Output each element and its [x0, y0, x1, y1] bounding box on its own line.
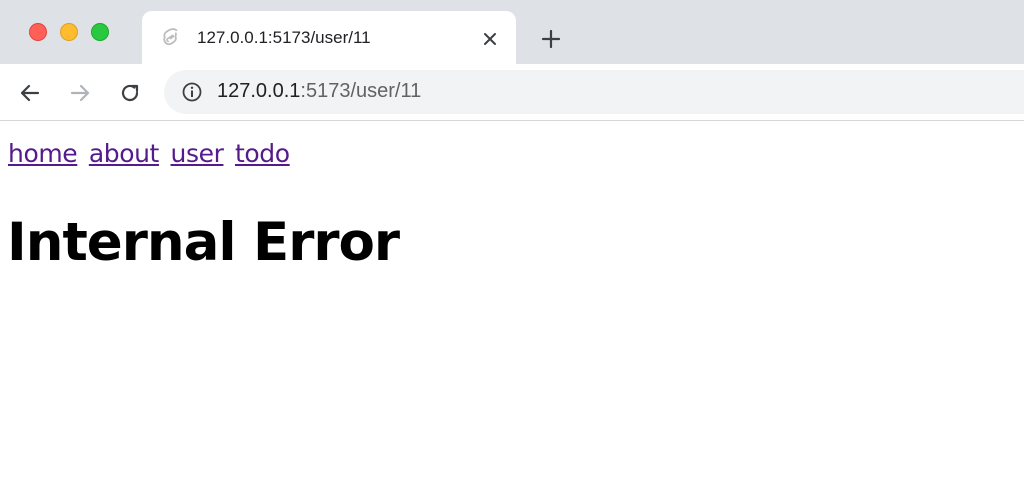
address-bar[interactable]: 127.0.0.1:5173/user/11 [164, 70, 1024, 114]
browser-tab-strip: 127.0.0.1:5173/user/11 [0, 0, 1024, 64]
nav-link-todo[interactable]: todo [235, 139, 290, 168]
tab-title: 127.0.0.1:5173/user/11 [197, 28, 371, 47]
address-url[interactable]: 127.0.0.1:5173/user/11 [217, 80, 421, 103]
url-host: 127.0.0.1 [217, 80, 301, 102]
reload-icon[interactable] [115, 78, 145, 108]
browser-tab-active[interactable]: 127.0.0.1:5173/user/11 [142, 11, 516, 64]
nav-link-home[interactable]: home [8, 139, 78, 168]
arrow-left-icon[interactable] [15, 78, 45, 108]
nav-link-about[interactable]: about [89, 139, 160, 168]
svelte-icon [162, 27, 182, 49]
window-close-button[interactable] [29, 23, 47, 41]
plus-icon[interactable] [538, 26, 564, 52]
nav-link-user[interactable]: user [171, 139, 224, 168]
url-path: :5173/user/11 [300, 80, 422, 102]
arrow-right-icon[interactable] [65, 78, 95, 108]
window-maximize-button[interactable] [91, 23, 109, 41]
page-content: home about user todo Internal Error [0, 122, 1024, 497]
browser-toolbar: 127.0.0.1:5173/user/11 [0, 64, 1024, 121]
window-minimize-button[interactable] [60, 23, 78, 41]
page-title: Internal Error [7, 212, 400, 273]
site-nav: home about user todo [8, 139, 294, 168]
close-icon[interactable] [479, 28, 501, 50]
info-icon[interactable] [181, 81, 203, 103]
